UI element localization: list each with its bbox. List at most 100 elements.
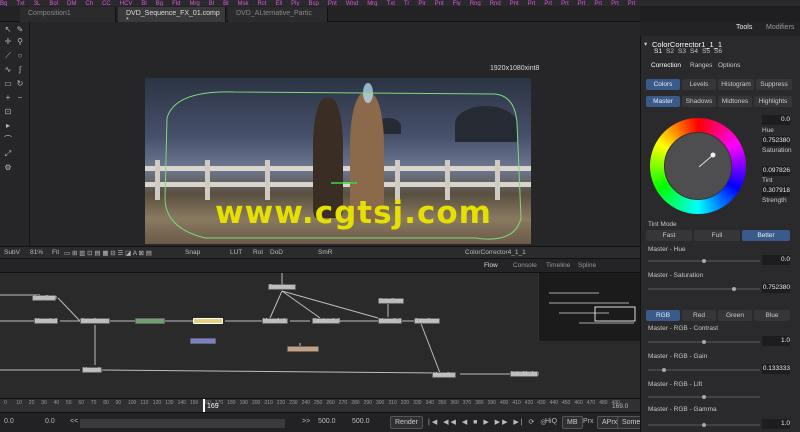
- collapse-icon[interactable]: ▾: [644, 40, 647, 48]
- mode-histogram[interactable]: Histogram: [718, 79, 754, 90]
- flow-node[interactable]: [190, 338, 216, 344]
- hue-value[interactable]: 0.0: [762, 115, 790, 125]
- smr-button[interactable]: SmR: [318, 249, 332, 256]
- render-end-time[interactable]: 500.0: [318, 418, 336, 425]
- flow-node-selected[interactable]: [193, 318, 223, 324]
- contrast-value[interactable]: 1.0: [762, 336, 790, 346]
- range-midtones[interactable]: Midtones: [718, 96, 752, 107]
- color-wheel-center[interactable]: [664, 132, 732, 200]
- range-highlights[interactable]: Highlights: [754, 96, 792, 107]
- time-tick-label: 220: [276, 400, 286, 406]
- tab-options[interactable]: Options: [718, 62, 740, 69]
- tint-mode-better[interactable]: Better: [742, 230, 790, 241]
- tab-correction[interactable]: Correction: [651, 62, 681, 69]
- smooth-icon[interactable]: ⌒: [4, 136, 12, 144]
- master-hue-slider[interactable]: [648, 259, 760, 263]
- transform-icon[interactable]: ⤢: [4, 150, 12, 158]
- gamma-value[interactable]: 1.0: [762, 419, 790, 429]
- tint-mode-fast[interactable]: Fast: [646, 230, 692, 241]
- mode-suppress[interactable]: Suppress: [756, 79, 792, 90]
- mode-levels[interactable]: Levels: [682, 79, 716, 90]
- insert-point-icon[interactable]: +: [4, 94, 12, 102]
- crosshair-icon[interactable]: ✛: [4, 38, 12, 46]
- render-button[interactable]: Render: [390, 416, 423, 429]
- playhead[interactable]: [203, 399, 205, 413]
- viewer-icons[interactable]: ▭ ⊞ ▥ ⊡ ▤ ▦ ⊟ ☰ ◪ A ⊠ ▤: [64, 249, 152, 257]
- tab-console[interactable]: Console: [513, 262, 537, 269]
- tab-ranges[interactable]: Ranges: [690, 62, 712, 69]
- rotate-icon[interactable]: ↻: [16, 80, 24, 88]
- tab-modifiers[interactable]: Modifiers: [766, 24, 794, 31]
- contrast-slider[interactable]: [648, 340, 760, 344]
- tab-dvd-alternative[interactable]: DVD_ALternative_Partic: [228, 7, 328, 22]
- lift-slider[interactable]: [648, 395, 760, 399]
- flow-navigator[interactable]: [538, 273, 640, 341]
- rectangle-icon[interactable]: ▭: [4, 80, 12, 88]
- version-s2[interactable]: S2: [666, 48, 674, 55]
- flow-node[interactable]: [287, 346, 319, 352]
- master-saturation-slider[interactable]: [648, 287, 760, 291]
- tab-composition1[interactable]: Composition1: [20, 7, 116, 22]
- pointer-icon[interactable]: ▸: [4, 122, 12, 130]
- select-icon[interactable]: ↖: [4, 26, 12, 34]
- proxy-toggle[interactable]: Prx: [583, 418, 594, 425]
- current-time[interactable]: 0.0: [45, 418, 55, 425]
- channel-blue[interactable]: Blue: [754, 310, 790, 321]
- polyline-icon[interactable]: ⟋: [4, 52, 12, 60]
- hiq-toggle[interactable]: HiQ: [545, 418, 557, 425]
- master-saturation-value[interactable]: 0.752380: [762, 283, 790, 293]
- version-s1[interactable]: S1: [654, 48, 662, 55]
- bspline-icon[interactable]: ∿: [4, 66, 12, 74]
- delete-point-icon[interactable]: −: [16, 94, 24, 102]
- master-hue-value[interactable]: 0.0: [762, 255, 790, 265]
- time-tick-label: 290: [363, 400, 372, 406]
- version-s6[interactable]: S6: [714, 48, 722, 55]
- subview-button[interactable]: SubV: [4, 249, 20, 256]
- gamma-slider[interactable]: [648, 423, 760, 427]
- start-time[interactable]: 0.0: [4, 418, 14, 425]
- tab-tools[interactable]: Tools: [736, 24, 752, 31]
- fit-button[interactable]: Fit: [52, 249, 59, 256]
- pen-icon[interactable]: ✎: [16, 26, 24, 34]
- time-tick-label: 400: [500, 400, 509, 406]
- freehand-icon[interactable]: ʃ: [16, 66, 24, 74]
- channel-red[interactable]: Red: [682, 310, 716, 321]
- lock-icon[interactable]: ⊡: [4, 108, 12, 116]
- range-shadows[interactable]: Shadows: [682, 96, 716, 107]
- dod-button[interactable]: DoD: [270, 249, 283, 256]
- gain-value[interactable]: 0.133333: [762, 364, 790, 374]
- time-tick-label: 180: [227, 400, 236, 406]
- lut-button[interactable]: LUT: [230, 249, 242, 256]
- time-ruler[interactable]: 0 10 20 30 40 50 60 70 80 90 100 110 120 130 140 150 160…: [0, 398, 640, 413]
- channel-green[interactable]: Green: [718, 310, 752, 321]
- step-forward-button[interactable]: >>: [302, 418, 310, 425]
- saturation-value[interactable]: 0.752380: [762, 136, 790, 146]
- tint-value[interactable]: 0.097826: [762, 166, 790, 176]
- global-end-time[interactable]: 500.0: [352, 418, 370, 425]
- mode-colors[interactable]: Colors: [646, 79, 680, 90]
- tab-spline[interactable]: Spline: [578, 262, 596, 269]
- gear-icon[interactable]: ⚙: [4, 164, 12, 172]
- version-s5[interactable]: S5: [702, 48, 710, 55]
- tab-timeline[interactable]: Timeline: [546, 262, 570, 269]
- channel-rgb[interactable]: RGB: [646, 310, 680, 321]
- snap-button[interactable]: Snap: [185, 249, 200, 256]
- flow-node[interactable]: [135, 318, 165, 324]
- ellipse-icon[interactable]: ○: [16, 52, 24, 60]
- gain-slider[interactable]: [648, 368, 760, 372]
- motion-blur-toggle[interactable]: MB: [562, 416, 583, 429]
- time-tick-label: 390: [487, 400, 496, 406]
- tint-mode-full[interactable]: Full: [694, 230, 740, 241]
- version-s4[interactable]: S4: [690, 48, 698, 55]
- tab-flow[interactable]: Flow: [484, 262, 498, 269]
- version-s3[interactable]: S3: [678, 48, 686, 55]
- tab-dvd-sequence[interactable]: DVD_Sequence_FX_01.comp *: [118, 7, 226, 24]
- roi-button[interactable]: RoI: [253, 249, 263, 256]
- step-back-button[interactable]: <<: [70, 418, 78, 425]
- range-slider[interactable]: [80, 419, 285, 428]
- strength-value[interactable]: 0.307918: [762, 186, 790, 196]
- playback-controls[interactable]: |◀ ◀◀ ◀ ■ ▶ ▶▶ ▶| ⟳ ◎: [428, 418, 548, 426]
- zoom-level[interactable]: 81%: [30, 249, 43, 256]
- zoom-icon[interactable]: ⚲: [16, 38, 24, 46]
- range-master[interactable]: Master: [646, 96, 680, 107]
